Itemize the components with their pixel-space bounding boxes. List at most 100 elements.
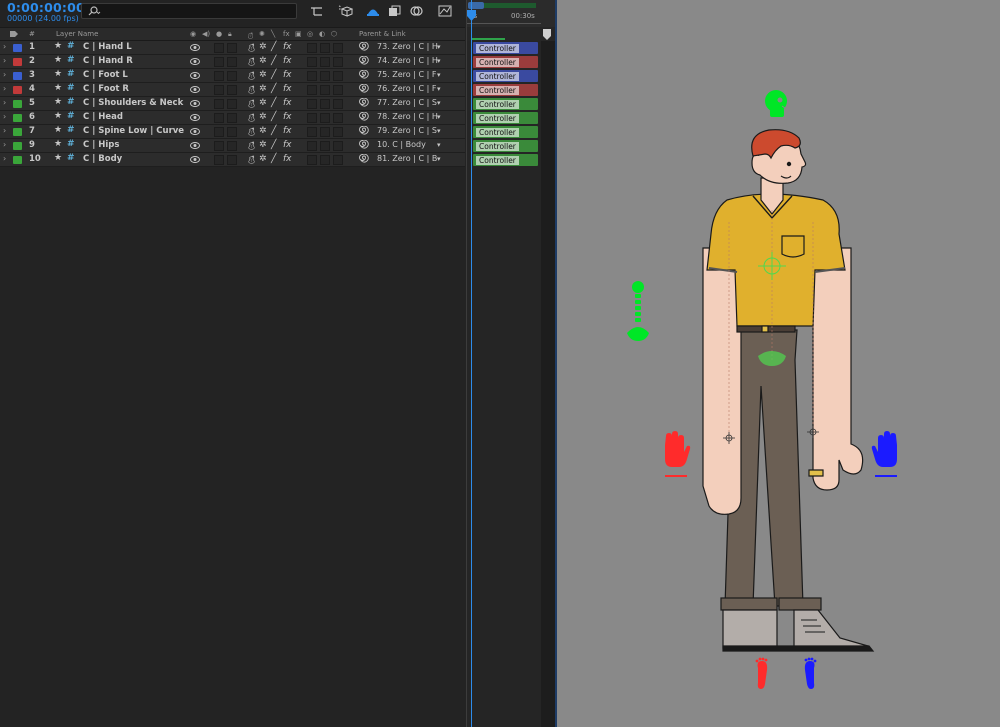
- solo-switch[interactable]: [214, 71, 224, 81]
- quality-icon[interactable]: ╱: [271, 112, 276, 122]
- 3d-switch[interactable]: [333, 57, 343, 67]
- shy-icon[interactable]: ⛄︎: [247, 154, 256, 167]
- visibility-eye-icon[interactable]: [190, 100, 200, 110]
- label-color-swatch[interactable]: [13, 142, 22, 150]
- chevron-down-icon[interactable]: ▾: [437, 141, 441, 149]
- shy-icon[interactable]: ⛄︎: [247, 56, 256, 69]
- layer-track-bar[interactable]: Controller: [473, 56, 538, 68]
- 3d-switch[interactable]: [333, 127, 343, 137]
- collapse-icon[interactable]: ✲: [259, 70, 267, 80]
- current-time-display[interactable]: 0:00:00:00: [7, 0, 85, 15]
- label-color-swatch[interactable]: [13, 72, 22, 80]
- shy-icon[interactable]: ⛄︎: [247, 42, 256, 55]
- lock-switch[interactable]: [227, 85, 237, 95]
- layer-track-bar[interactable]: Controller: [473, 140, 538, 152]
- solo-header-icon[interactable]: ●: [216, 30, 222, 38]
- composition-viewer[interactable]: [555, 0, 1000, 727]
- motion-blur-switch[interactable]: [307, 141, 317, 151]
- parent-select[interactable]: 73. Zero | C | H: [377, 42, 438, 51]
- adjustment-switch[interactable]: [320, 155, 330, 165]
- parent-link-column-header[interactable]: Parent & Link: [359, 30, 406, 38]
- adjustment-switch[interactable]: [320, 99, 330, 109]
- expand-chevron-icon[interactable]: ›: [3, 98, 6, 107]
- parent-select[interactable]: 78. Zero | C | H: [377, 112, 438, 121]
- motion-blur-switch[interactable]: [307, 43, 317, 53]
- effects-icon[interactable]: fx: [283, 42, 292, 52]
- 3d-switch[interactable]: [333, 85, 343, 95]
- effects-header-icon[interactable]: fx: [283, 30, 290, 38]
- collapse-icon[interactable]: ✲: [259, 140, 267, 150]
- layer-track-bar[interactable]: Controller: [473, 126, 538, 138]
- motion-blur-switch[interactable]: [307, 113, 317, 123]
- visibility-eye-icon[interactable]: [190, 156, 200, 166]
- label-column-icon[interactable]: [9, 30, 19, 40]
- expand-chevron-icon[interactable]: ›: [3, 112, 6, 121]
- spine-controller-icon[interactable]: [627, 281, 649, 341]
- right-foot-controller-icon[interactable]: [755, 657, 768, 689]
- expand-chevron-icon[interactable]: ›: [3, 56, 6, 65]
- lock-switch[interactable]: [227, 71, 237, 81]
- layer-track-bar[interactable]: Controller: [473, 42, 538, 54]
- quality-icon[interactable]: ╱: [271, 126, 276, 136]
- parent-select[interactable]: 79. Zero | C | S: [377, 126, 437, 135]
- parent-select[interactable]: 76. Zero | C | F: [377, 84, 436, 93]
- number-column-header[interactable]: #: [29, 30, 35, 38]
- shy-icon[interactable]: ⛄︎: [247, 98, 256, 111]
- collapse-icon[interactable]: ✲: [259, 42, 267, 52]
- label-color-swatch[interactable]: [13, 86, 22, 94]
- time-ruler[interactable]: 0s 00:30s: [467, 11, 556, 27]
- pick-whip-icon[interactable]: [359, 125, 369, 139]
- adjustment-switch[interactable]: [320, 113, 330, 123]
- video-switch-header-icon[interactable]: ◉: [190, 30, 196, 38]
- motion-blur-switch[interactable]: [307, 99, 317, 109]
- layer-row[interactable]: › 4 ★ # C | Foot R ⛄︎ ✲ ╱ fx 76. Zero | …: [0, 83, 465, 97]
- motion-blur-icon[interactable]: [409, 4, 425, 18]
- expand-chevron-icon[interactable]: ›: [3, 126, 6, 135]
- lock-header-icon[interactable]: 🔒︎: [228, 30, 232, 39]
- effects-icon[interactable]: fx: [283, 70, 292, 80]
- frame-blend-header-icon[interactable]: ▣: [295, 30, 302, 38]
- frame-blending-icon[interactable]: [387, 4, 403, 18]
- layer-name[interactable]: C | Body: [83, 154, 122, 164]
- visibility-eye-icon[interactable]: [190, 128, 200, 138]
- effects-icon[interactable]: fx: [283, 126, 292, 136]
- shy-icon[interactable]: ⛄︎: [247, 112, 256, 125]
- graph-editor-icon[interactable]: [437, 4, 453, 18]
- label-color-swatch[interactable]: [13, 156, 22, 164]
- parent-select[interactable]: 81. Zero | C | B: [377, 154, 437, 163]
- layer-name[interactable]: C | Foot L: [83, 70, 128, 80]
- visibility-eye-icon[interactable]: [190, 72, 200, 82]
- expand-chevron-icon[interactable]: ›: [3, 154, 6, 163]
- adjustment-switch[interactable]: [320, 43, 330, 53]
- right-hand-controller-icon[interactable]: [665, 431, 691, 477]
- pick-whip-icon[interactable]: [359, 139, 369, 153]
- motion-blur-switch[interactable]: [307, 127, 317, 137]
- parent-select[interactable]: 75. Zero | C | F: [377, 70, 436, 79]
- quality-header-icon[interactable]: ╲: [271, 30, 275, 38]
- timeline-scrollbar[interactable]: [541, 41, 555, 727]
- quality-icon[interactable]: ╱: [271, 98, 276, 108]
- star-icon[interactable]: ★: [54, 55, 62, 65]
- star-icon[interactable]: ★: [54, 41, 62, 51]
- collapse-icon[interactable]: ✲: [259, 84, 267, 94]
- layer-name[interactable]: C | Head: [83, 112, 123, 122]
- pick-whip-icon[interactable]: [359, 83, 369, 97]
- lock-switch[interactable]: [227, 127, 237, 137]
- lock-switch[interactable]: [227, 113, 237, 123]
- solo-switch[interactable]: [214, 113, 224, 123]
- head-controller-icon[interactable]: [765, 90, 787, 117]
- layer-track-bar[interactable]: Controller: [473, 70, 538, 82]
- adjustment-switch[interactable]: [320, 57, 330, 67]
- playhead[interactable]: [467, 0, 476, 727]
- quality-icon[interactable]: ╱: [271, 42, 276, 52]
- solo-switch[interactable]: [214, 155, 224, 165]
- label-color-swatch[interactable]: [13, 100, 22, 108]
- layer-name[interactable]: C | Shoulders & Neck: [83, 98, 183, 108]
- motion-blur-switch[interactable]: [307, 57, 317, 67]
- pick-whip-icon[interactable]: [359, 55, 369, 69]
- adjustment-switch[interactable]: [320, 71, 330, 81]
- motion-blur-switch[interactable]: [307, 71, 317, 81]
- 3d-switch[interactable]: [333, 99, 343, 109]
- visibility-eye-icon[interactable]: [190, 114, 200, 124]
- layer-track-bar[interactable]: Controller: [473, 84, 538, 96]
